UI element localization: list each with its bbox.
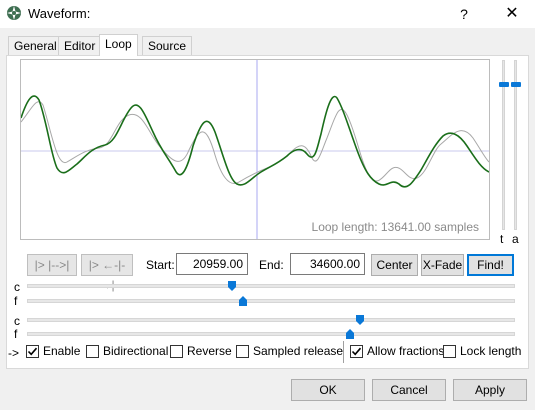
end-field[interactable]: 34600.00 (290, 253, 365, 275)
f2-slider-track[interactable] (27, 332, 515, 336)
t-slider-label: t (500, 232, 504, 246)
enable-label: Enable (43, 344, 81, 358)
tab-loop[interactable]: Loop (99, 34, 138, 56)
f1-slider-thumb[interactable] (239, 296, 248, 306)
c2-label: c (14, 314, 20, 328)
f1-label: f (14, 294, 18, 308)
bidirectional-check-box[interactable] (86, 345, 99, 358)
reverse-label: Reverse (187, 344, 232, 358)
enable-check-box[interactable] (26, 345, 39, 358)
start-field[interactable]: 20959.00 (176, 253, 248, 275)
a-slider-label: a (512, 232, 519, 246)
tab-editor[interactable]: Editor (58, 36, 102, 55)
waveform-plot (21, 60, 489, 239)
center-button[interactable]: Center (371, 254, 418, 276)
sampled-release-label: Sampled release (253, 344, 344, 358)
lock-length-check-box[interactable] (443, 345, 456, 358)
sampled-release-check-box[interactable] (236, 345, 249, 358)
waveform-view[interactable]: Loop length: 13641.00 samples (20, 59, 490, 240)
end-label: End: (259, 258, 284, 272)
reverse-check-box[interactable] (170, 345, 183, 358)
start-label: Start: (146, 258, 175, 272)
lock-length-label: Lock length (460, 344, 522, 358)
c2-slider-thumb[interactable] (356, 315, 365, 325)
help-button[interactable]: ? (441, 0, 487, 28)
ghost-waveform (21, 101, 489, 184)
bidirectional-label: Bidirectional (103, 344, 169, 358)
c1-label: c (14, 280, 20, 294)
window-title: Waveform: (28, 6, 91, 21)
xfade-button[interactable]: X-Fade (421, 254, 464, 276)
f1-slider-track[interactable] (27, 299, 515, 303)
find-button[interactable]: Find! (467, 254, 514, 276)
waveform-dialog: Waveform: ? ✕ General Editor Loop Source… (0, 0, 535, 410)
apply-button[interactable]: Apply (453, 379, 527, 401)
sampled-release-checkbox[interactable]: Sampled release (236, 344, 343, 360)
ok-button[interactable]: OK (291, 379, 365, 401)
allow-fractions-label: Allow fractions (367, 344, 445, 358)
f2-slider-thumb[interactable] (345, 329, 354, 339)
enable-checkbox[interactable]: Enable (26, 344, 81, 360)
close-button[interactable]: ✕ (489, 0, 535, 28)
title-bar: Waveform: ? ✕ (0, 0, 535, 28)
bidirectional-checkbox[interactable]: Bidirectional (86, 344, 169, 360)
lock-length-checkbox[interactable]: Lock length (443, 344, 522, 360)
a-slider-thumb[interactable] (511, 82, 521, 87)
cancel-button[interactable]: Cancel (372, 379, 446, 401)
c1-slider-thumb[interactable] (227, 281, 236, 291)
c2-slider-track[interactable] (27, 318, 515, 322)
tab-source[interactable]: Source (142, 36, 193, 55)
c1-slider-track[interactable] (27, 284, 515, 288)
play-xfade-button[interactable]: |> ←-|-→| (81, 254, 133, 292)
play-loop-button[interactable]: |> |-->| (27, 254, 77, 276)
reverse-checkbox[interactable]: Reverse (170, 344, 232, 360)
app-icon (7, 6, 21, 20)
options-separator (343, 341, 344, 363)
loop-length-readout: Loop length: 13641.00 samples (311, 220, 479, 234)
tab-general[interactable]: General (8, 36, 63, 55)
allow-fractions-checkbox[interactable]: Allow fractions (350, 344, 444, 360)
f2-label: f (14, 327, 18, 341)
allow-fractions-check-box[interactable] (350, 345, 363, 358)
t-slider-thumb[interactable] (499, 82, 509, 87)
enable-arrow: -> (8, 346, 20, 360)
